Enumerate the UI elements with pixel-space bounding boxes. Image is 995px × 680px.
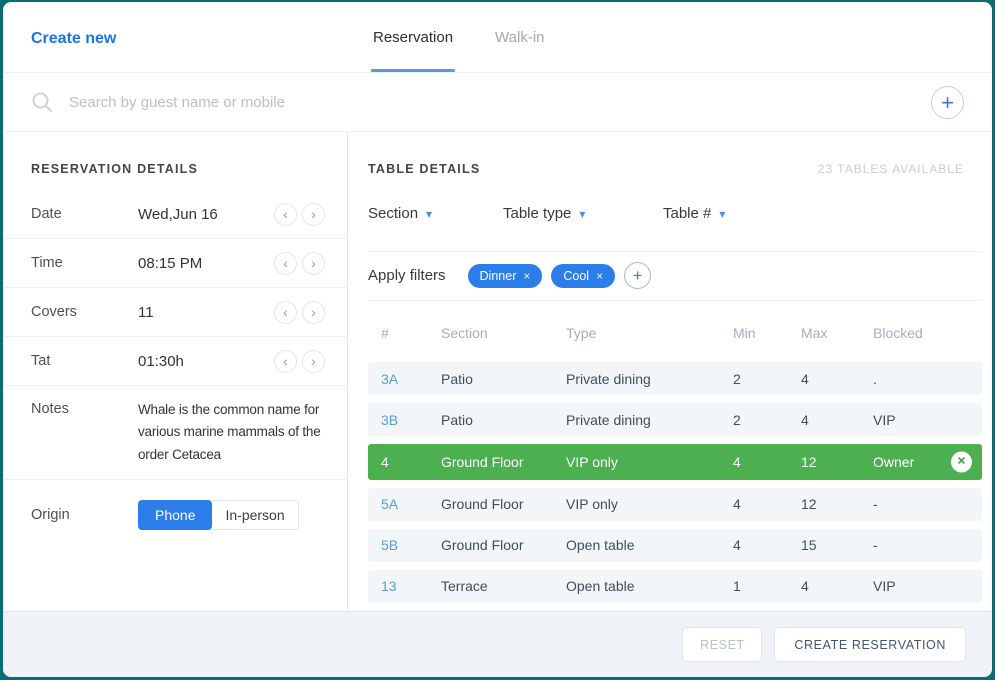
chip-remove-icon[interactable]: × (596, 269, 603, 283)
table-row-3b[interactable]: 3B Patio Private dining 2 4 VIP (368, 403, 982, 436)
table-row-4-selected[interactable]: 4 Ground Floor VIP only 4 12 Owner ✕ (368, 444, 982, 479)
time-field: Time 08:15 PM ‹ › (3, 239, 347, 288)
chevron-down-icon: ▾ (579, 207, 585, 221)
time-decrement-button[interactable]: ‹ (274, 252, 297, 275)
apply-filters-label: Apply filters (368, 267, 446, 284)
reservation-details-title: RESERVATION DETAILS (3, 132, 347, 190)
covers-increment-button[interactable]: › (302, 301, 325, 324)
col-max: Max (801, 325, 873, 341)
covers-value: 11 (138, 304, 154, 321)
search-icon (31, 91, 53, 113)
table-row-5b[interactable]: 5B Ground Floor Open table 4 15 - (368, 529, 982, 562)
col-type: Type (566, 325, 733, 341)
add-guest-button[interactable]: + (931, 86, 964, 119)
tab-reservation[interactable]: Reservation (371, 2, 455, 72)
time-value: 08:15 PM (138, 255, 202, 272)
date-label: Date (31, 206, 138, 222)
deselect-table-icon[interactable]: ✕ (951, 451, 972, 472)
notes-value[interactable]: Whale is the common name for various mar… (138, 399, 324, 466)
table-header-row: # Section Type Min Max Blocked (368, 319, 982, 348)
tat-increment-button[interactable]: › (302, 350, 325, 373)
reservation-details-panel: RESERVATION DETAILS Date Wed,Jun 16 ‹ › … (3, 132, 348, 611)
time-label: Time (31, 255, 138, 271)
section-dropdown[interactable]: Section ▾ (368, 205, 503, 222)
table-type-dropdown[interactable]: Table type ▾ (503, 205, 663, 222)
filter-chip-cool[interactable]: Cool × (551, 264, 615, 288)
table-details-title: TABLE DETAILS (368, 162, 480, 176)
chevron-down-icon: ▾ (719, 207, 725, 221)
create-reservation-button[interactable]: CREATE RESERVATION (774, 627, 966, 662)
origin-option-in-person[interactable]: In-person (212, 500, 298, 530)
date-value: Wed,Jun 16 (138, 206, 218, 223)
origin-option-phone[interactable]: Phone (138, 500, 212, 530)
create-new-link[interactable]: Create new (31, 30, 116, 48)
tat-value: 01:30h (138, 353, 184, 370)
guest-search-input[interactable] (69, 94, 931, 111)
table-filter-dropdowns: Section ▾ Table type ▾ Table # ▾ (368, 176, 982, 252)
create-new-dialog: Create new Reservation Walk-in + RESERVA… (3, 2, 992, 677)
tab-bar: Reservation Walk-in (371, 2, 547, 72)
table-row-13[interactable]: 13 Terrace Open table 1 4 VIP (368, 570, 982, 603)
col-number: # (381, 325, 441, 341)
table-details-panel: TABLE DETAILS 23 TABLES AVAILABLE Sectio… (348, 132, 992, 611)
chip-remove-icon[interactable]: × (523, 269, 530, 283)
date-field: Date Wed,Jun 16 ‹ › (3, 190, 347, 239)
covers-label: Covers (31, 304, 138, 320)
covers-field: Covers 11 ‹ › (3, 288, 347, 337)
reset-button[interactable]: RESET (682, 627, 762, 662)
origin-label: Origin (31, 507, 138, 523)
time-increment-button[interactable]: › (302, 252, 325, 275)
table-number-dropdown[interactable]: Table # ▾ (663, 205, 725, 222)
top-bar: Create new Reservation Walk-in (3, 2, 992, 73)
date-increment-button[interactable]: › (302, 203, 325, 226)
tat-decrement-button[interactable]: ‹ (274, 350, 297, 373)
main-area: RESERVATION DETAILS Date Wed,Jun 16 ‹ › … (3, 132, 992, 611)
origin-toggle: Phone In-person (138, 500, 299, 530)
table-row-3a[interactable]: 3A Patio Private dining 2 4 . (368, 362, 982, 395)
tat-field: Tat 01:30h ‹ › (3, 337, 347, 386)
apply-filters-row: Apply filters Dinner × Cool × + (368, 252, 982, 301)
col-min: Min (733, 325, 801, 341)
footer-bar: RESET CREATE RESERVATION (3, 611, 992, 677)
add-filter-button[interactable]: + (624, 262, 651, 289)
filter-chip-dinner[interactable]: Dinner × (468, 264, 543, 288)
notes-field: Notes Whale is the common name for vario… (3, 386, 347, 480)
origin-field: Origin Phone In-person (3, 480, 347, 530)
covers-decrement-button[interactable]: ‹ (274, 301, 297, 324)
chevron-down-icon: ▾ (426, 207, 432, 221)
tables-available-count: 23 TABLES AVAILABLE (818, 162, 964, 176)
col-section: Section (441, 325, 566, 341)
tab-walk-in[interactable]: Walk-in (493, 2, 546, 72)
date-decrement-button[interactable]: ‹ (274, 203, 297, 226)
table-row-5a[interactable]: 5A Ground Floor VIP only 4 12 - (368, 488, 982, 521)
search-bar: + (3, 73, 992, 132)
notes-label: Notes (31, 399, 138, 417)
tat-label: Tat (31, 353, 138, 369)
col-blocked: Blocked (873, 325, 969, 341)
